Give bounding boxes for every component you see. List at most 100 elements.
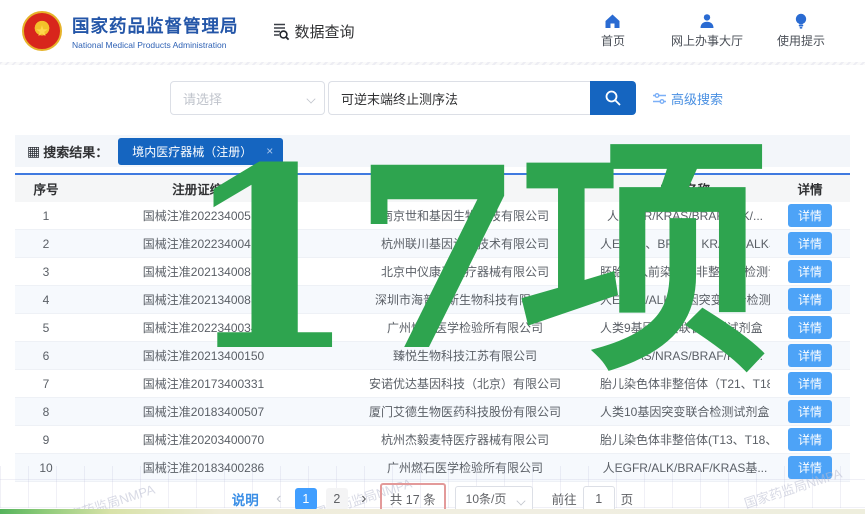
col-header-detail: 详情 — [770, 179, 850, 198]
nav-home[interactable]: 首页 — [589, 13, 637, 49]
cell-registrant: 杭州杰毅麦特医疗器械有限公司 — [330, 431, 600, 448]
cell-no: 1 — [15, 209, 77, 223]
detail-button[interactable]: 详情 — [788, 400, 832, 423]
next-page-arrow[interactable]: › — [357, 489, 371, 509]
cell-product: 人KRAS/NRAS/BRAF/PIK3... — [600, 347, 770, 364]
search-bar: 请选择 高级搜索 — [170, 81, 865, 115]
filter-tag-domestic-device[interactable]: 境内医疗器械（注册） × — [118, 138, 283, 165]
filter-sliders-icon — [652, 92, 667, 105]
chevron-down-icon — [307, 95, 315, 103]
header-divider — [0, 62, 865, 65]
filter-tag-label: 境内医疗器械（注册） — [132, 143, 252, 160]
cell-no: 6 — [15, 349, 77, 363]
cell-registrant: 安诺优达基因科技（北京）有限公司 — [330, 375, 600, 392]
col-header-cert: 注册证编号 — [77, 179, 330, 198]
home-icon — [604, 13, 621, 29]
cell-registrant: 臻悦生物科技江苏有限公司 — [330, 347, 600, 364]
table-row: 9 国械注准20203400070 杭州杰毅麦特医疗器械有限公司 胎儿染色体非整… — [15, 426, 850, 454]
cell-no: 4 — [15, 293, 77, 307]
goto-page-input[interactable] — [583, 486, 615, 512]
search-input[interactable] — [328, 81, 590, 115]
goto-page: 前往 页 — [552, 486, 634, 512]
table-row: 6 国械注准20213400150 臻悦生物科技江苏有限公司 人KRAS/NRA… — [15, 342, 850, 370]
advanced-search-label: 高级搜索 — [671, 89, 723, 108]
col-header-registrant: 注册人名称 — [330, 179, 600, 198]
cell-cert: 国械注准20223400412 — [77, 235, 330, 252]
page-size-select[interactable]: 10条/页 — [455, 486, 533, 512]
detail-button[interactable]: 详情 — [788, 344, 832, 367]
page-button-2[interactable]: 2 — [326, 488, 348, 510]
table-header-row: 序号 注册证编号 注册人名称 产品名称 详情 — [15, 175, 850, 202]
table-row: 3 国械注准20213400860 北京中仪康卫医疗器械有限公司 胚胎植入前染色… — [15, 258, 850, 286]
cell-no: 7 — [15, 377, 77, 391]
page: ★ 国家药品监督管理局 National Medical Products Ad… — [0, 0, 865, 514]
detail-button[interactable]: 详情 — [788, 316, 832, 339]
detail-button[interactable]: 详情 — [788, 260, 832, 283]
table-body: 1 国械注准20223400590 南京世和基因生物科技有限公司 人EGFR/K… — [15, 202, 850, 482]
cell-cert: 国械注准20223400590 — [77, 207, 330, 224]
cell-registrant: 广州燃石医学检验所有限公司 — [330, 319, 600, 336]
cell-no: 5 — [15, 321, 77, 335]
nav-usage-tips-label: 使用提示 — [777, 32, 825, 49]
detail-button[interactable]: 详情 — [788, 428, 832, 451]
grid-icon: ▦ — [27, 143, 40, 160]
brand-title: 国家药品监督管理局 National Medical Products Admi… — [72, 13, 239, 50]
cell-cert: 国械注准20203400070 — [77, 431, 330, 448]
table-row: 4 国械注准20213400830 深圳市海普洛斯生物科技有限公司 人EGFR/… — [15, 286, 850, 314]
cell-product: 人类10基因突变联合检测试剂盒（可逆末端... — [600, 403, 770, 420]
col-header-product: 产品名称 — [600, 179, 770, 198]
search-button[interactable] — [590, 81, 636, 115]
results-bar: ▦ 搜索结果： 境内医疗器械（注册） × — [15, 135, 850, 167]
prev-page-arrow[interactable]: ‹ — [272, 489, 286, 509]
top-nav: 首页 网上办事大厅 使用提示 — [589, 13, 825, 49]
table-row: 2 国械注准20223400412 杭州联川基因诊断技术有限公司 人EGFR、B… — [15, 230, 850, 258]
cell-no: 3 — [15, 265, 77, 279]
results-table: 序号 注册证编号 注册人名称 产品名称 详情 1 国械注准20223400590… — [15, 173, 850, 482]
cell-registrant: 北京中仪康卫医疗器械有限公司 — [330, 263, 600, 280]
tag-close-icon[interactable]: × — [266, 144, 273, 158]
nmpa-emblem-logo: ★ — [22, 11, 62, 51]
goto-prefix: 前往 — [552, 489, 577, 508]
header: ★ 国家药品监督管理局 National Medical Products Ad… — [0, 0, 865, 62]
nav-usage-tips[interactable]: 使用提示 — [777, 13, 825, 49]
cell-product: 人EGFR、BRAF、KRAS、ALK、... — [600, 235, 770, 252]
menu-data-query[interactable]: 数据查询 — [271, 21, 355, 42]
category-select-placeholder: 请选择 — [183, 89, 222, 108]
cell-product: 胎儿染色体非整倍体（T21、T18、T1... — [600, 375, 770, 392]
note-link[interactable]: 说明 — [232, 489, 259, 509]
page-button-1[interactable]: 1 — [295, 488, 317, 510]
site-title-en: National Medical Products Administration — [72, 40, 239, 50]
detail-button[interactable]: 详情 — [788, 372, 832, 395]
bottom-gradient-strip — [0, 509, 865, 514]
table-row: 5 国械注准20223400340 广州燃石医学检验所有限公司 人类9基因突变联… — [15, 314, 850, 342]
nav-home-label: 首页 — [601, 32, 625, 49]
category-select[interactable]: 请选择 — [170, 81, 325, 115]
cell-cert: 国械注准20173400331 — [77, 375, 330, 392]
detail-button[interactable]: 详情 — [788, 204, 832, 227]
search-icon — [604, 89, 622, 107]
nav-service-hall[interactable]: 网上办事大厅 — [671, 13, 743, 49]
site-title-cn: 国家药品监督管理局 — [72, 13, 239, 38]
cell-no: 2 — [15, 237, 77, 251]
menu-data-query-label: 数据查询 — [295, 21, 355, 42]
cell-no: 8 — [15, 405, 77, 419]
table-row: 8 国械注准20183400507 厦门艾德生物医药科技股份有限公司 人类10基… — [15, 398, 850, 426]
document-search-icon — [271, 22, 290, 41]
cell-registrant: 深圳市海普洛斯生物科技有限公司 — [330, 291, 600, 308]
detail-button[interactable]: 详情 — [788, 288, 832, 311]
cell-product: 胚胎植入前染色体非整倍体检测试剂盒（可逆... — [600, 263, 770, 280]
cell-cert: 国械注准20183400507 — [77, 403, 330, 420]
user-icon — [699, 13, 715, 29]
page-size-value: 10条/页 — [466, 490, 507, 507]
detail-button[interactable]: 详情 — [788, 232, 832, 255]
results-label: 搜索结果： — [43, 142, 108, 161]
cell-product: 人类9基因突变联合检测试剂盒（可逆末端终... — [600, 319, 770, 336]
col-header-no: 序号 — [15, 179, 77, 198]
advanced-search-link[interactable]: 高级搜索 — [652, 89, 723, 108]
table-row: 7 国械注准20173400331 安诺优达基因科技（北京）有限公司 胎儿染色体… — [15, 370, 850, 398]
cell-product: 人EGFR/KRAS/BRAF/ALK/... — [600, 207, 770, 224]
table-row: 1 国械注准20223400590 南京世和基因生物科技有限公司 人EGFR/K… — [15, 202, 850, 230]
cell-no: 9 — [15, 433, 77, 447]
cell-product: 胎儿染色体非整倍体(T13、T18、T2... — [600, 431, 770, 448]
cell-registrant: 厦门艾德生物医药科技股份有限公司 — [330, 403, 600, 420]
